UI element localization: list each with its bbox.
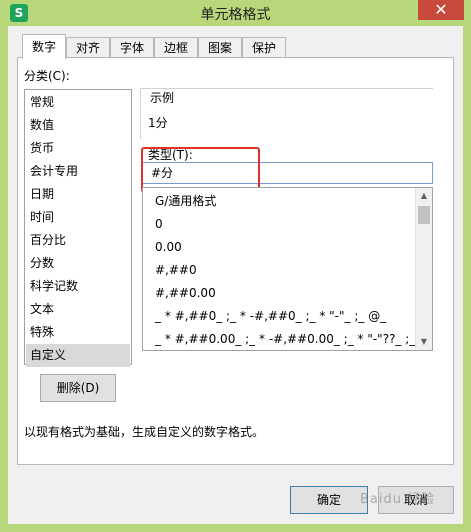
title-bar: S 单元格格式 ✕: [0, 0, 471, 26]
tab-number[interactable]: 数字: [22, 34, 66, 59]
sample-label: 示例: [150, 91, 175, 105]
scroll-up-icon[interactable]: ▲: [416, 188, 432, 204]
tab-alignment[interactable]: 对齐: [66, 37, 110, 58]
format-item[interactable]: 0: [155, 213, 163, 235]
category-item-percentage[interactable]: 百分比: [26, 229, 130, 252]
category-item-scientific[interactable]: 科学记数: [26, 275, 130, 298]
category-item-number[interactable]: 数值: [26, 114, 130, 137]
delete-button[interactable]: 删除(D): [40, 374, 116, 402]
format-item[interactable]: 0.00: [155, 236, 182, 258]
format-item[interactable]: _ * #,##0.00_ ;_ * -#,##0.00_ ;_ * "-"??…: [155, 328, 432, 350]
close-button[interactable]: ✕: [418, 0, 464, 20]
sample-value: 1分: [148, 116, 168, 130]
scroll-down-icon[interactable]: ▼: [416, 334, 432, 350]
format-item[interactable]: _ * #,##0_ ;_ * -#,##0_ ;_ * "-"_ ;_ @_: [155, 305, 386, 327]
category-item-text[interactable]: 文本: [26, 298, 130, 321]
watermark: Baidu 经验: [360, 492, 436, 507]
format-item[interactable]: G/通用格式: [155, 190, 216, 212]
category-item-accounting[interactable]: 会计专用: [26, 160, 130, 183]
category-label: 分类(C):: [24, 69, 70, 83]
category-item-date[interactable]: 日期: [26, 183, 130, 206]
category-list[interactable]: 常规 数值 货币 会计专用 日期 时间 百分比 分数 科学记数 文本 特殊 自定…: [24, 89, 132, 367]
category-item-currency[interactable]: 货币: [26, 137, 130, 160]
tab-font[interactable]: 字体: [110, 37, 154, 58]
category-item-fraction[interactable]: 分数: [26, 252, 130, 275]
category-item-custom[interactable]: 自定义: [26, 344, 130, 367]
sample-group: [140, 88, 433, 139]
dialog-body: 数字 对齐 字体 边框 图案 保护 分类(C): 常规 数值 货币 会计专用 日…: [8, 26, 463, 524]
tab-pattern[interactable]: 图案: [198, 37, 242, 58]
format-item[interactable]: #,##0.00: [155, 282, 216, 304]
format-list-scrollbar[interactable]: ▲ ▼: [415, 188, 432, 350]
format-item[interactable]: #,##0: [155, 259, 197, 281]
scroll-thumb[interactable]: [418, 206, 430, 224]
category-item-special[interactable]: 特殊: [26, 321, 130, 344]
tab-border[interactable]: 边框: [154, 37, 198, 58]
description-text: 以现有格式为基础，生成自定义的数字格式。: [24, 425, 265, 439]
format-list[interactable]: G/通用格式 0 0.00 #,##0 #,##0.00 _ * #,##0_ …: [142, 187, 433, 351]
category-item-time[interactable]: 时间: [26, 206, 130, 229]
tab-protection[interactable]: 保护: [242, 37, 286, 58]
ok-button[interactable]: 确定: [290, 486, 368, 514]
window-title: 单元格格式: [200, 7, 271, 23]
category-item-general[interactable]: 常规: [26, 91, 130, 114]
